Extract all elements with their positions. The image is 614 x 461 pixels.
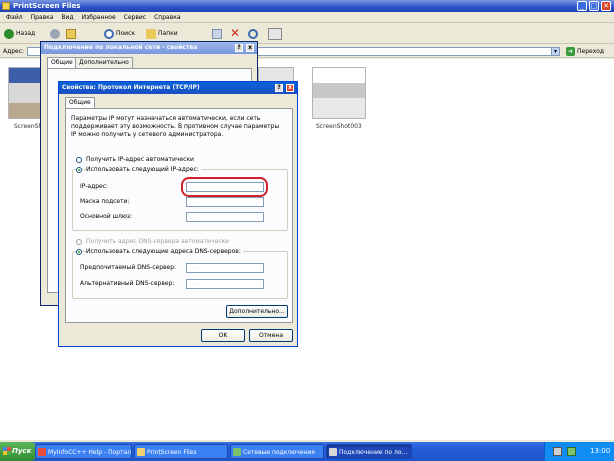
dns-primary-field[interactable]: . . . — [186, 263, 264, 273]
views-icon[interactable] — [268, 28, 282, 40]
search-button[interactable]: Поиск — [104, 28, 135, 40]
ip-label: IP-адрес: — [80, 183, 109, 190]
menu-view[interactable]: Вид — [61, 12, 73, 22]
taskbar: Пуск MyInfoCC++ Help - Портал PrintScree… — [0, 442, 614, 461]
dns-alternate-label: Альтернативный DNS-сервер: — [80, 280, 175, 287]
manual-ip-radio[interactable] — [76, 167, 82, 173]
delete-icon[interactable]: ✕ — [230, 27, 242, 39]
taskbar-item[interactable]: PrintScreen Files — [134, 444, 228, 459]
folder-up-icon[interactable] — [66, 29, 76, 39]
move-to-icon[interactable] — [212, 29, 222, 39]
close-button[interactable]: ✕ — [601, 1, 611, 11]
tcpip-properties-dialog: Свойства: Протокол Интернета (TCP/IP) ? … — [58, 81, 298, 347]
maximize-button[interactable]: □ — [589, 1, 599, 11]
folder-icon — [2, 2, 10, 10]
close-button[interactable]: x — [286, 84, 294, 92]
back-arrow-icon — [4, 29, 14, 39]
help-button[interactable]: ? — [235, 44, 243, 52]
search-icon — [104, 29, 114, 39]
menu-help[interactable]: Справка — [154, 12, 180, 22]
auto-dns-label: Получить адрес DNS-сервера автоматически — [86, 238, 230, 245]
description-text: Параметры IP могут назначаться автоматич… — [71, 115, 280, 138]
close-button[interactable]: x — [246, 44, 254, 52]
windows-logo-icon — [3, 447, 11, 455]
tab-general[interactable]: Общие — [47, 57, 77, 68]
file-thumbnail[interactable] — [8, 67, 44, 119]
menu-favorites[interactable]: Избранное — [82, 12, 116, 22]
back-button[interactable]: Назад — [4, 28, 35, 40]
gateway-label: Основной шлюз: — [80, 213, 133, 220]
subnet-mask-field[interactable]: . . . — [186, 197, 264, 207]
menu-edit[interactable]: Правка — [31, 12, 54, 22]
file-thumbnail[interactable] — [312, 67, 366, 119]
auto-ip-radio[interactable] — [76, 157, 82, 163]
network-tray-icon[interactable] — [567, 447, 576, 456]
tab-panel: Параметры IP могут назначаться автоматич… — [65, 108, 293, 323]
undo-icon[interactable] — [248, 29, 258, 39]
network-icon — [233, 448, 241, 456]
ok-button[interactable]: OK — [201, 329, 245, 342]
auto-ip-label: Получить IP-адрес автоматически — [86, 156, 194, 163]
tab-general[interactable]: Общие — [65, 97, 95, 108]
highlight-circle — [181, 177, 268, 197]
cancel-button[interactable]: Отмена — [249, 329, 293, 342]
menu-bar: Файл Правка Вид Избранное Сервис Справка — [0, 12, 614, 23]
go-arrow-icon[interactable]: ➜ — [566, 47, 575, 56]
manual-dns-radio[interactable] — [76, 249, 82, 255]
dialog-titlebar[interactable]: Подключение по локальной сети - свойства — [41, 42, 257, 54]
dns-alternate-field[interactable]: . . . — [186, 279, 264, 289]
address-label: Адрес: — [3, 48, 25, 55]
minimize-button[interactable]: _ — [577, 1, 587, 11]
dns-primary-label: Предпочитаемый DNS-сервер: — [80, 264, 177, 271]
folders-icon — [146, 29, 156, 39]
file-caption: ScreenSh — [14, 123, 43, 130]
network-icon — [329, 448, 337, 456]
default-gateway-field[interactable]: . . . — [186, 212, 264, 222]
taskbar-item[interactable]: MyInfoCC++ Help - Портал — [35, 444, 132, 459]
manual-ip-label: Использовать следующий IP-адрес: — [86, 166, 201, 174]
menu-tools[interactable]: Сервис — [124, 12, 146, 22]
advanced-button[interactable]: Дополнительно... — [226, 305, 288, 318]
file-caption: ScreenShot003 — [316, 123, 362, 130]
forward-arrow-icon[interactable] — [50, 29, 60, 39]
dialog-title: Свойства: Протокол Интернета (TCP/IP) — [62, 84, 200, 91]
clock: 13:00 — [590, 447, 611, 455]
menu-file[interactable]: Файл — [6, 12, 23, 22]
window-title: PrintScreen Files — [13, 2, 81, 10]
window-titlebar[interactable]: PrintScreen Files — [0, 0, 614, 12]
dialog-title: Подключение по локальной сети - свойства — [44, 44, 198, 51]
mask-label: Маска подсети: — [80, 198, 130, 205]
dns-groupbox — [72, 251, 288, 299]
app-icon — [38, 448, 46, 456]
folders-button[interactable]: Папки — [146, 28, 178, 40]
address-dropdown-icon[interactable]: ▾ — [551, 47, 560, 56]
tab-advanced[interactable]: Дополнительно — [75, 57, 133, 68]
dialog-titlebar[interactable]: Свойства: Протокол Интернета (TCP/IP) — [59, 82, 297, 94]
taskbar-item[interactable]: Сетевые подключения — [230, 444, 324, 459]
manual-dns-label: Использовать следующие адреса DNS-сервер… — [86, 248, 243, 256]
go-button[interactable]: Переход — [577, 47, 604, 56]
tray-icon[interactable] — [553, 447, 562, 456]
taskbar-item-active[interactable]: Подключение по ло... — [326, 444, 412, 459]
auto-dns-radio[interactable] — [76, 239, 82, 245]
help-button[interactable]: ? — [275, 84, 283, 92]
folder-icon — [137, 448, 145, 456]
